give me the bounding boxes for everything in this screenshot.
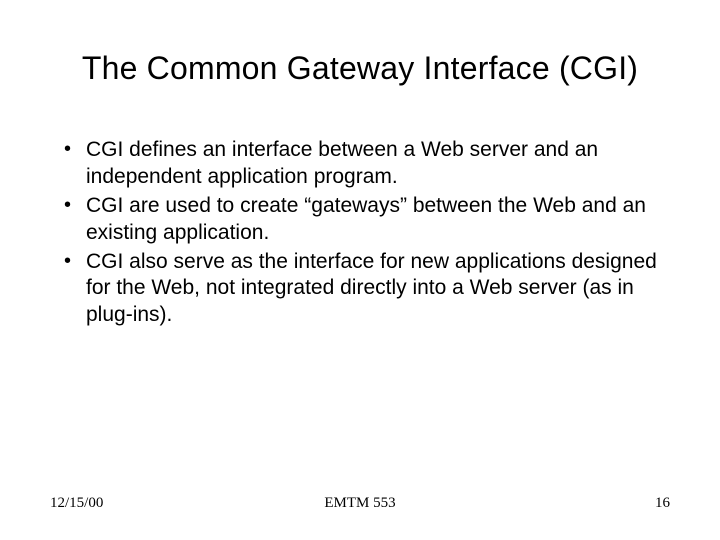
slide: The Common Gateway Interface (CGI) CGI d… <box>0 0 720 540</box>
slide-title: The Common Gateway Interface (CGI) <box>50 50 670 87</box>
footer-date: 12/15/00 <box>50 495 257 512</box>
slide-footer: 12/15/00 EMTM 553 16 <box>50 495 670 512</box>
bullet-list: CGI defines an interface between a Web s… <box>50 137 670 329</box>
list-item: CGI defines an interface between a Web s… <box>86 137 660 191</box>
footer-page-number: 16 <box>463 495 670 512</box>
list-item: CGI are used to create “gateways” betwee… <box>86 193 660 247</box>
footer-course: EMTM 553 <box>257 495 464 512</box>
list-item: CGI also serve as the interface for new … <box>86 249 660 330</box>
